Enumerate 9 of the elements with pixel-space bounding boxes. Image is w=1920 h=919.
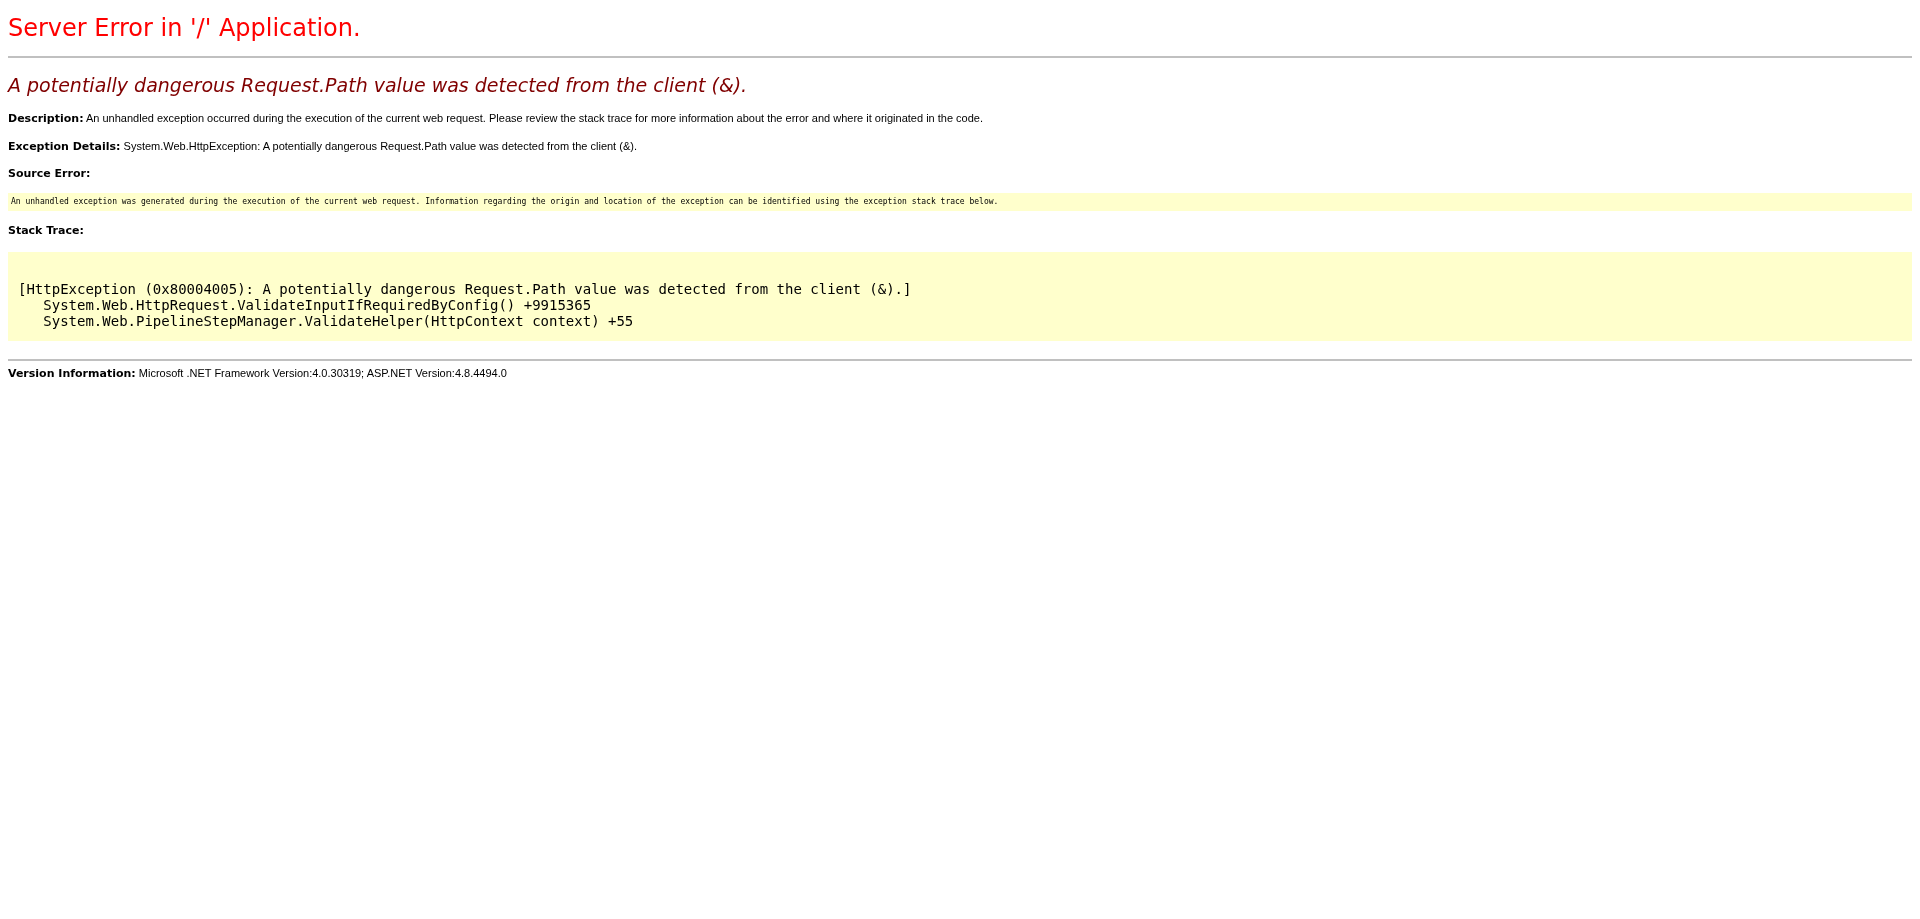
- error-heading: A potentially dangerous Request.Path value was detected from the client (&).: [8, 73, 749, 98]
- version-text: Version Information: Microsoft .NET Framework Version:4.0.30319; ASP.NET Version:4.8.4494.0: [8, 366, 508, 381]
- detail-text: Exception Details: System.Web.HttpException: A potentially dangerous Request.Path value was detected from the client (&).: [8, 139, 638, 154]
- source-error-box: An unhandled exception was generated during the execution of the current web request. Information regarding the origin and location of the exception can be identified using the exception stack trace below.: [8, 193, 1912, 211]
- section-label: Source Error:: [8, 167, 92, 181]
- stack-trace-box: [HttpException (0x80004005): A potentially dangerous Request.Path value was detected from the client (&).] System.Web.HttpRequest.ValidateInputIfRequiredByConfig() +9915365 System.Web.PipelineStepManager.ValidateHelper(HttpContext context) +55: [8, 252, 1912, 341]
- detail-text: Description: An unhandled exception occurred during the execution of the current web request. Please review the stack trace for more information about the error and where it originated in the code.: [8, 111, 985, 126]
- page-title: Server Error in '/' Application.: [8, 13, 362, 44]
- section-label: Stack Trace:: [8, 224, 85, 238]
